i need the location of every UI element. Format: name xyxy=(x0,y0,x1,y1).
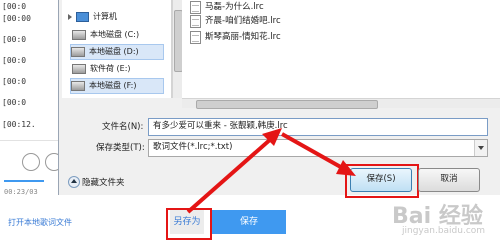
progress-bar[interactable] xyxy=(4,180,44,182)
scrollbar-thumb[interactable] xyxy=(196,100,378,109)
timestamp-4: [00:0 xyxy=(2,56,27,65)
chevron-down-icon xyxy=(474,140,487,156)
tree-item-f[interactable]: 本地磁盘 (F:) xyxy=(70,78,164,94)
watermark-url: jingyan.baidu.com xyxy=(402,226,486,236)
collapse-icon[interactable] xyxy=(68,176,80,188)
drive-icon xyxy=(71,47,85,57)
file-icon xyxy=(190,14,201,28)
timestamp-2: [00:00 xyxy=(2,14,31,23)
tree-item-e[interactable]: 软件荷 (E:) xyxy=(72,62,131,76)
filename-input[interactable]: 有多少爱可以重来 - 张靓颖,韩庚.lrc xyxy=(148,118,488,136)
filetype-label: 保存类型(T): xyxy=(96,143,145,153)
timestamp-1: [00:0 xyxy=(2,2,27,11)
save-button[interactable]: 保存 xyxy=(212,210,286,234)
dialog-cancel-button[interactable]: 取消 xyxy=(418,168,480,192)
drive-icon xyxy=(72,30,86,40)
file-list-scrollbar[interactable] xyxy=(182,98,500,109)
file-icon xyxy=(190,30,201,44)
tree-item-label: 本地磁盘 (C:) xyxy=(90,30,140,39)
drive-icon xyxy=(71,81,85,91)
hide-folders-toggle[interactable]: 隐藏文件夹 xyxy=(82,176,125,188)
progress-time: 00:23/03 xyxy=(4,188,38,196)
file-icon xyxy=(190,0,201,14)
highlight-box xyxy=(166,208,212,240)
tree-item-label: 软件荷 (E:) xyxy=(90,64,131,73)
timestamp-5: [00:0 xyxy=(2,77,27,86)
tree-item-d[interactable]: 本地磁盘 (D:) xyxy=(70,44,164,60)
file-item[interactable]: 斯琴高丽-情知花.lrc xyxy=(190,30,281,44)
expand-icon xyxy=(68,14,72,20)
tree-scrollbar[interactable] xyxy=(172,0,183,98)
file-item[interactable]: 马磊-为什么.lrc xyxy=(190,0,264,14)
filetype-value: 歌词文件(*.lrc;*.txt) xyxy=(153,142,233,152)
filename-label: 文件名(N): xyxy=(102,122,144,132)
timestamp-3: [00:0 xyxy=(2,35,27,44)
divider xyxy=(0,140,62,141)
file-item[interactable]: 齐晨-咱们结婚吧.lrc xyxy=(190,14,281,28)
tree-item-label: 本地磁盘 (D:) xyxy=(89,47,139,56)
folder-tree: 计算机 本地磁盘 (C:) 本地磁盘 (D:) 软件荷 (E:) 本地磁盘 (F… xyxy=(62,0,172,98)
filetype-select[interactable]: 歌词文件(*.lrc;*.txt) xyxy=(148,139,488,157)
tree-item-label: 计算机 xyxy=(93,12,117,21)
tree-item-computer[interactable]: 计算机 xyxy=(68,10,117,24)
timestamp-7: [00:12. xyxy=(2,120,36,129)
tree-item-c[interactable]: 本地磁盘 (C:) xyxy=(72,28,139,42)
file-list: 马磊-为什么.lrc 齐晨-咱们结婚吧.lrc 斯琴高丽-情知花.lrc xyxy=(182,0,500,98)
drive-icon xyxy=(72,64,86,74)
file-name: 马磊-为什么.lrc xyxy=(205,2,264,12)
timestamp-6: [00:0 xyxy=(2,98,27,107)
computer-icon xyxy=(76,12,89,22)
file-name: 斯琴高丽-情知花.lrc xyxy=(205,32,281,42)
rewind-5s-button[interactable] xyxy=(22,153,40,171)
highlight-box xyxy=(345,164,419,198)
file-name: 齐晨-咱们结婚吧.lrc xyxy=(205,16,281,26)
open-local-lyric-link[interactable]: 打开本地歌词文件 xyxy=(8,217,72,228)
tree-item-label: 本地磁盘 (F:) xyxy=(89,81,137,90)
